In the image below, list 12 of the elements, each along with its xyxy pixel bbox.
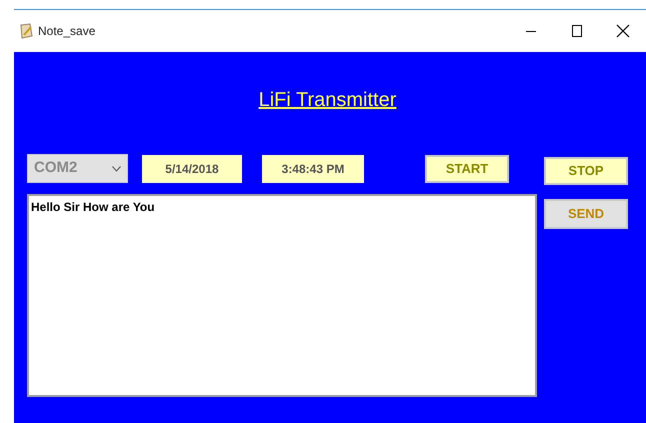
maximize-icon[interactable] (571, 24, 583, 38)
window-title: Note_save (38, 23, 96, 40)
app-heading: LiFi Transmitter (258, 89, 396, 111)
close-icon[interactable] (616, 24, 630, 38)
chevron-icon (112, 166, 121, 172)
stop-button[interactable]: STOP (544, 157, 628, 185)
start-button[interactable]: START (425, 154, 509, 182)
message-field[interactable]: Hello Sir How are You (27, 194, 537, 397)
note-icon (18, 23, 34, 39)
date-label: 5/14/2018 (142, 154, 242, 182)
send-button[interactable]: SEND (544, 199, 628, 229)
time-label: 3:48:43 PM (262, 154, 364, 182)
